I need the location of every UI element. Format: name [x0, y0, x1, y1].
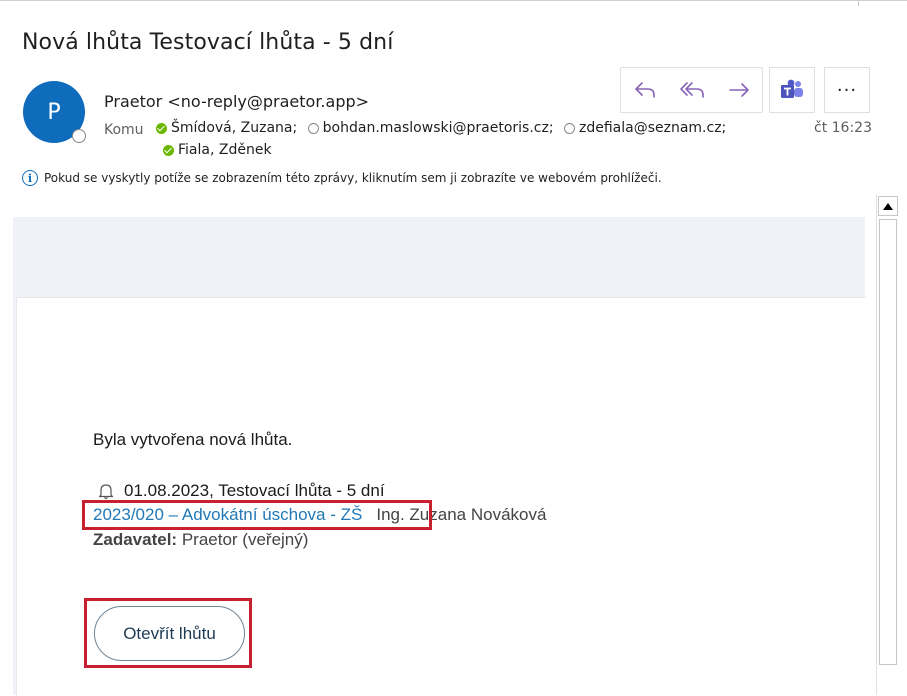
- forward-button[interactable]: [715, 68, 762, 112]
- window-top-border: [0, 0, 907, 1]
- recipient-name: bohdan.maslowski@praetoris.cz;: [322, 120, 554, 136]
- open-deadline-button[interactable]: Otevřít lhůtu: [94, 606, 245, 661]
- recipient-name: Fiala, Zděnek: [178, 142, 272, 158]
- email-subject: Nová lhůta Testovací lhůta - 5 dní: [22, 30, 394, 55]
- requester-label: Zadavatel:: [93, 530, 178, 549]
- deadline-text: 01.08.2023, Testovací lhůta - 5 dní: [124, 481, 385, 500]
- requester-value: Praetor (veřejný): [181, 530, 309, 549]
- unknown-status-icon: [307, 122, 319, 134]
- intro-text: Byla vytvořena nová lhůta.: [93, 430, 293, 449]
- recipients-row: Komu Šmídová, Zuzana; bohdan.maslowski@p…: [104, 120, 730, 138]
- more-actions-button[interactable]: ···: [824, 67, 870, 113]
- reply-all-icon: [679, 82, 704, 98]
- reply-button[interactable]: [621, 68, 668, 112]
- to-label: Komu: [104, 121, 144, 138]
- triangle-up-icon: [883, 202, 893, 210]
- recipient[interactable]: Šmídová, Zuzana;: [156, 120, 297, 136]
- presence-status-icon: [72, 129, 86, 143]
- case-link-highlight: [82, 500, 432, 530]
- recipient-name: zdefiala@seznam.cz;: [579, 120, 727, 136]
- requester-row: Zadavatel: Praetor (veřejný): [93, 530, 308, 550]
- reply-icon: [634, 82, 655, 98]
- teams-button[interactable]: [769, 67, 815, 113]
- reply-all-button[interactable]: [668, 68, 715, 112]
- recipient[interactable]: zdefiala@seznam.cz;: [562, 120, 726, 136]
- teams-icon: [781, 79, 803, 98]
- deadline-row: 01.08.2023, Testovací lhůta - 5 dní: [98, 481, 385, 501]
- recipient-name: Šmídová, Zuzana;: [171, 120, 298, 136]
- received-time: čt 16:23: [814, 120, 872, 136]
- more-icon: ···: [836, 79, 858, 101]
- sender-address[interactable]: Praetor <no-reply@praetor.app>: [104, 92, 369, 111]
- reply-actions-group: [620, 67, 763, 113]
- recipients-row-continued: Fiala, Zděnek: [163, 142, 276, 160]
- info-icon: i: [22, 170, 38, 186]
- available-status-icon: [163, 144, 174, 156]
- infobar-text: Pokud se vyskytly potíže se zobrazením t…: [44, 171, 662, 185]
- bell-icon: [98, 482, 114, 500]
- scrollbar-thumb[interactable]: [879, 219, 897, 665]
- web-view-infobar[interactable]: i Pokud se vyskytly potíže se zobrazením…: [22, 170, 662, 186]
- recipient[interactable]: bohdan.maslowski@praetoris.cz;: [306, 120, 554, 136]
- scroll-up-button[interactable]: [878, 196, 898, 216]
- available-status-icon: [156, 122, 168, 134]
- unknown-status-icon: [564, 122, 575, 134]
- recipient[interactable]: Fiala, Zděnek: [163, 142, 272, 158]
- avatar-letter: P: [47, 99, 61, 125]
- window-divider: [858, 0, 859, 6]
- forward-icon: [728, 83, 749, 97]
